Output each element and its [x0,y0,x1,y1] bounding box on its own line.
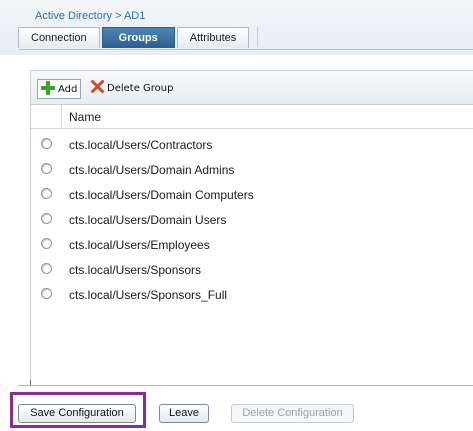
row-radio[interactable] [41,138,52,149]
table-row[interactable]: cts.local/Users/Contractors [31,135,473,160]
table-row[interactable]: cts.local/Users/Domain Computers [31,185,473,210]
content-border [18,49,473,50]
group-name: cts.local/Users/Sponsors_Full [69,288,228,302]
add-group-button[interactable]: Add [37,79,82,99]
row-radio[interactable] [41,263,52,274]
delete-x-icon [91,80,104,96]
groups-panel: Add Delete Group Name cts.local/Users/Co… [30,70,473,386]
header-bar: Active Directory > AD1 Connection Groups… [0,0,473,55]
leave-button[interactable]: Leave [159,404,209,423]
group-name: cts.local/Users/Domain Users [69,213,227,227]
footer-actions: Save Configuration Leave Delete Configur… [0,392,473,431]
table-header: Name [31,105,473,129]
tab-attributes[interactable]: Attributes [176,27,250,48]
add-label: Add [58,83,78,95]
tab-connection[interactable]: Connection [18,27,100,48]
row-radio[interactable] [41,163,52,174]
tab-groups[interactable]: Groups [101,27,175,48]
tab-strip: Connection Groups Attributes [18,27,259,49]
footer-divider [18,385,473,386]
groups-toolbar: Add Delete Group [31,71,473,105]
save-configuration-button[interactable]: Save Configuration [18,404,136,423]
plus-icon [41,80,55,98]
tab-strip-end [251,27,259,47]
row-radio[interactable] [41,188,52,199]
table-row[interactable]: cts.local/Users/Employees [31,235,473,260]
table-row[interactable]: cts.local/Users/Sponsors [31,260,473,285]
table-row[interactable]: cts.local/Users/Domain Users [31,210,473,235]
group-list: cts.local/Users/Contractors cts.local/Us… [31,135,473,310]
delete-group-button[interactable]: Delete Group [91,79,173,97]
table-row[interactable]: cts.local/Users/Domain Admins [31,160,473,185]
group-name: cts.local/Users/Sponsors [69,263,202,277]
group-name: cts.local/Users/Domain Admins [69,163,235,177]
row-radio[interactable] [41,213,52,224]
group-name: cts.local/Users/Employees [69,238,210,252]
group-name: cts.local/Users/Domain Computers [69,188,254,202]
breadcrumb[interactable]: Active Directory > AD1 [35,10,145,22]
name-column-header[interactable]: Name [69,110,101,124]
delete-group-label: Delete Group [107,82,174,94]
row-radio[interactable] [41,238,52,249]
table-row[interactable]: cts.local/Users/Sponsors_Full [31,285,473,310]
row-radio[interactable] [41,288,52,299]
delete-configuration-button: Delete Configuration [231,404,354,423]
select-column-header [31,105,62,128]
group-name: cts.local/Users/Contractors [69,138,213,152]
